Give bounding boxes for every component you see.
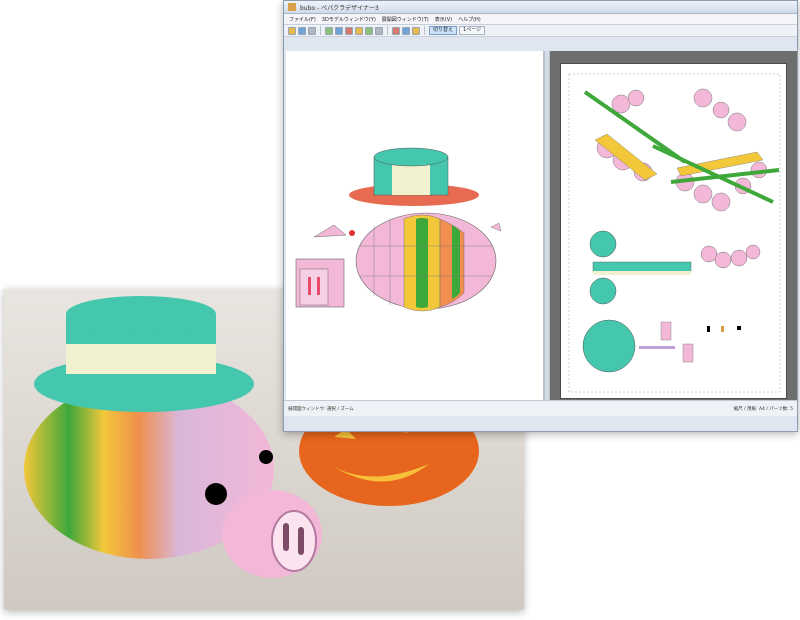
menu-3d-model-window[interactable]: 3Dモデルウィンドウ(Y) bbox=[322, 16, 376, 23]
save-icon[interactable] bbox=[298, 26, 306, 35]
select-icon[interactable] bbox=[375, 26, 383, 35]
page-toggle-button[interactable]: 1ページ bbox=[459, 26, 486, 35]
status-left: 展開図ウィンドウ: 選択 / ズーム bbox=[288, 406, 354, 412]
status-right: 縮尺 / 用紙: A4 / パーツ数: 5 bbox=[733, 406, 793, 412]
menu-bar: ファイル(F) 3Dモデルウィンドウ(Y) 展開図ウィンドウ(T) 表示(V) … bbox=[284, 14, 797, 25]
title-bar: bubo - ペパクラデザイナー3 bbox=[284, 1, 797, 14]
view-toggle-button[interactable]: 切り替え bbox=[429, 26, 458, 35]
pattern-sheet bbox=[560, 63, 787, 399]
status-bar: 展開図ウィンドウ: 選択 / ズーム 縮尺 / 用紙: A4 / パーツ数: 5 bbox=[284, 400, 797, 416]
pepakura-designer-window: bubo - ペパクラデザイナー3 ファイル(F) 3Dモデルウィンドウ(Y) … bbox=[283, 0, 798, 432]
rotate-icon[interactable] bbox=[325, 26, 333, 35]
menu-file[interactable]: ファイル(F) bbox=[289, 16, 316, 23]
open-icon[interactable] bbox=[288, 26, 296, 35]
light-icon[interactable] bbox=[412, 26, 420, 35]
main-toolbar: 切り替え 1ページ bbox=[284, 25, 797, 37]
unfold-icon[interactable] bbox=[355, 26, 363, 35]
wireframe-icon[interactable] bbox=[402, 26, 410, 35]
pattern-view[interactable] bbox=[550, 51, 797, 416]
menu-help[interactable]: ヘルプ(H) bbox=[458, 16, 481, 23]
zoom-icon[interactable] bbox=[335, 26, 343, 35]
app-icon bbox=[288, 3, 296, 11]
unfolded-parts bbox=[568, 73, 781, 393]
toolbar-separator bbox=[424, 26, 425, 35]
move-icon[interactable] bbox=[345, 26, 353, 35]
3d-model-view[interactable] bbox=[286, 51, 544, 416]
texture-icon[interactable] bbox=[392, 26, 400, 35]
workspace: 展開図ウィンドウ: 選択 / ズーム 縮尺 / 用紙: A4 / パーツ数: 5 bbox=[284, 51, 797, 416]
print-icon[interactable] bbox=[308, 26, 316, 35]
toolbar-separator bbox=[320, 26, 321, 35]
pig-3d-model bbox=[295, 147, 502, 312]
toolbar-separator bbox=[387, 26, 388, 35]
menu-pattern-window[interactable]: 展開図ウィンドウ(T) bbox=[382, 16, 429, 23]
join-icon[interactable] bbox=[365, 26, 373, 35]
menu-view[interactable]: 表示(V) bbox=[435, 16, 452, 23]
window-title: bubo - ペパクラデザイナー3 bbox=[300, 4, 379, 12]
